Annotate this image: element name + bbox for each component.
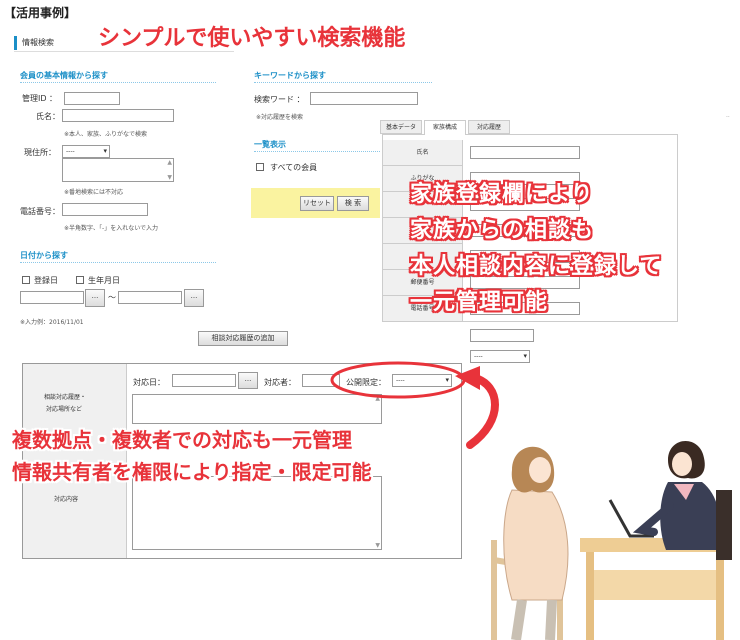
family-callout-line: 家族登録欄により (410, 182, 594, 207)
address-textarea[interactable]: ▲ ▼ (62, 158, 174, 182)
response-date-picker-button[interactable]: ... (238, 372, 258, 389)
birthdate-checkbox[interactable] (76, 276, 84, 284)
desk-leg (586, 552, 594, 640)
scroll-up-icon[interactable]: ▲ (167, 159, 172, 166)
date-from-input[interactable] (20, 291, 84, 304)
admin-id-input[interactable] (64, 92, 120, 105)
scroll-down-icon[interactable]: ▼ (375, 542, 380, 549)
response-date-label: 対応日： (133, 378, 165, 387)
desk-leg (716, 552, 724, 640)
panel-ellipsis: .. (726, 112, 730, 119)
date-range-separator: 〜 (108, 293, 116, 302)
desk-panel (594, 570, 716, 600)
client-face (529, 457, 551, 483)
birthdate-label: 生年月日 (88, 276, 120, 285)
reset-button[interactable]: リセット (300, 196, 334, 211)
client-body (503, 489, 569, 601)
scope-highlight-ellipse (330, 361, 466, 399)
phone-input[interactable] (62, 203, 148, 216)
date-example-note: ※入力例：2016/11/01 (20, 319, 84, 326)
chair-right (716, 490, 732, 560)
search-button[interactable]: 検 索 (337, 196, 369, 211)
accent-bar (14, 36, 17, 50)
consultation-illustration (491, 440, 732, 640)
scroll-down-icon[interactable]: ▼ (167, 174, 172, 181)
divider (20, 82, 216, 83)
date-section-title: 日付から探す (20, 251, 68, 260)
detail-row-label: 氏名 (383, 140, 463, 166)
chevron-down-icon: ▾ (103, 147, 107, 155)
family-callout-line: 本人相談内容に登録して (410, 254, 663, 279)
family-callout-line: 家族からの相談も (410, 218, 595, 243)
divider (254, 82, 432, 83)
tab-family[interactable]: 家族構成 (424, 120, 466, 135)
registration-date-label: 登録日 (34, 276, 58, 285)
address-note: ※番地検索には不対応 (64, 189, 124, 196)
family-callout-line: 一元管理可能 (410, 290, 549, 315)
bottom-callout-line: 複数拠点・複数者での対応も一元管理 (12, 428, 352, 452)
date-to-input[interactable] (118, 291, 182, 304)
headline: シンプルで使いやすい検索機能 (98, 26, 406, 51)
add-history-button[interactable]: 相談対応履歴の追加 (198, 331, 288, 346)
name-label: 氏名： (36, 112, 60, 121)
all-members-checkbox[interactable] (256, 163, 264, 171)
tab-history[interactable]: 対応履歴 (468, 120, 510, 134)
member-section-title: 会員の基本情報から探す (20, 71, 108, 80)
history-row-label: 対応場所など (46, 406, 83, 413)
all-members-label: すべての会員 (270, 163, 318, 172)
registration-date-checkbox[interactable] (22, 276, 30, 284)
keyword-note: ※対応履歴を検索 (256, 114, 304, 121)
phone-label: 電話番号： (20, 207, 60, 216)
bottom-callout-line: 情報共有者を権限により指定・限定可能 (12, 460, 372, 484)
keyword-section-title: キーワードから探す (254, 71, 326, 80)
admin-id-label: 管理ID ： (22, 94, 58, 103)
date-from-picker-button[interactable]: ... (85, 289, 105, 307)
staff-face (672, 452, 692, 476)
keyword-input[interactable] (310, 92, 418, 105)
staff-body (660, 482, 721, 550)
address-select-value: ---- (66, 148, 75, 155)
history-row-label: 対応内容 (54, 496, 79, 503)
divider (20, 262, 216, 263)
date-to-picker-button[interactable]: ... (184, 289, 204, 307)
detail-name-input[interactable] (470, 146, 580, 159)
info-search-tab[interactable]: 情報検索 (22, 37, 54, 48)
client-legs (511, 599, 557, 640)
divider (254, 151, 380, 152)
page-heading: 【活用事例】 (4, 6, 77, 20)
responder-label: 対応者： (264, 378, 296, 387)
name-input[interactable] (62, 109, 174, 122)
response-date-input[interactable] (172, 374, 236, 387)
history-row-label: 相談対応履歴・ (44, 394, 87, 401)
response-content-textarea[interactable]: ▼ (132, 476, 382, 550)
phone-note: ※半角数字、「-」を入れないで入力 (64, 225, 159, 232)
address-label: 現住所： (24, 148, 56, 157)
tab-basic-data[interactable]: 基本データ (380, 120, 422, 134)
list-section-title: 一覧表示 (254, 140, 286, 149)
keyword-label: 検索ワード ： (254, 95, 305, 104)
chevron-down-icon: ▾ (523, 352, 527, 360)
address-select[interactable]: ---- ▾ (62, 145, 110, 158)
name-note: ※本人、家族、ふりがなで検索 (64, 131, 148, 138)
